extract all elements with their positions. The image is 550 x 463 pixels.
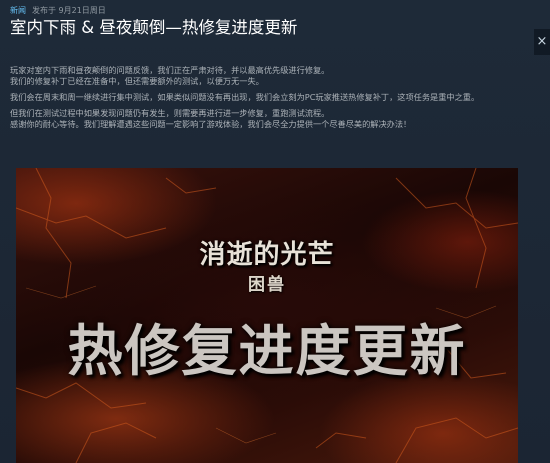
news-tag[interactable]: 新闻 <box>10 4 26 18</box>
close-button[interactable]: × <box>534 29 550 55</box>
post-date: 发布于 9月21日周日 <box>32 6 106 15</box>
page-title: 室内下雨 & 昼夜颠倒—热修复进度更新 <box>10 18 298 37</box>
paragraph: 玩家对室内下雨和昼夜颠倒的问题反馈，我们正在严肃对待，并以最高优先级进行修复。 <box>10 65 330 75</box>
announcement-banner-image: 消逝的光芒 困兽 热修复进度更新 <box>16 168 518 463</box>
banner-headline: 热修复进度更新 <box>67 319 467 383</box>
close-icon: × <box>536 34 548 49</box>
paragraph: 感谢你的耐心等待。我们理解遭遇这些问题一定影响了游戏体验，我们会尽全力提供一个尽… <box>10 119 412 129</box>
paragraph: 但我们在测试过程中如果发现问题仍有发生，则需要再进行进一步修复，重跑测试流程。 <box>10 108 330 118</box>
game-logo-subtitle: 困兽 <box>248 275 286 295</box>
article-body: 玩家对室内下雨和昼夜颠倒的问题反馈，我们正在严肃对待，并以最高优先级进行修复。 … <box>10 65 515 135</box>
cracked-ground-texture <box>16 168 518 463</box>
post-meta: 新闻 发布于 9月21日周日 <box>10 4 106 18</box>
game-logo: 消逝的光芒 <box>199 240 335 270</box>
paragraph: 我们的修复补丁已经在准备中，但还需要额外的测试，以便万无一失。 <box>10 76 264 86</box>
news-page: 新闻 发布于 9月21日周日 室内下雨 & 昼夜颠倒—热修复进度更新 × 玩家对… <box>0 0 550 463</box>
paragraph: 我们会在周末和周一继续进行集中测试，如果类似问题没有再出现，我们会立刻为PC玩家… <box>10 92 480 102</box>
